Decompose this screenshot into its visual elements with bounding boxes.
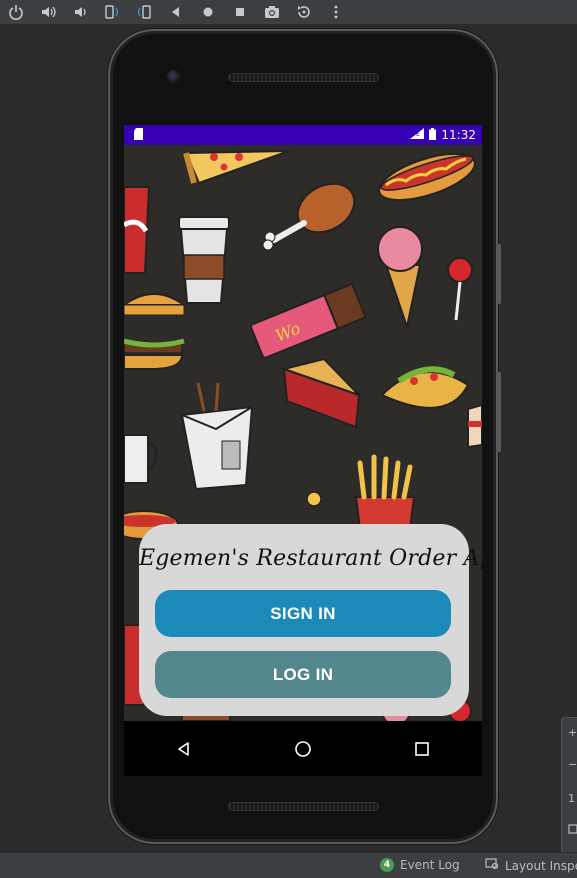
candy-icon bbox=[306, 491, 322, 507]
front-camera bbox=[167, 70, 181, 84]
status-time: 11:32 bbox=[441, 128, 476, 142]
hotdog-icon bbox=[378, 152, 476, 202]
device-screen: LTE 11:32 Wo Egemen's Restaurant Order A… bbox=[124, 125, 482, 776]
replay-icon[interactable] bbox=[288, 0, 320, 24]
taco-icon bbox=[380, 366, 470, 409]
volume-down-icon[interactable] bbox=[64, 0, 96, 24]
mug-icon bbox=[124, 434, 158, 484]
power-icon[interactable] bbox=[0, 0, 32, 24]
sign-in-button[interactable]: SIGN IN bbox=[155, 590, 451, 637]
log-in-button[interactable]: LOG IN bbox=[155, 651, 451, 698]
rotate-left-icon[interactable] bbox=[96, 0, 128, 24]
ice-cream-icon bbox=[377, 226, 423, 331]
battery-icon bbox=[429, 127, 437, 143]
fit-screen-icon[interactable] bbox=[568, 824, 577, 837]
event-log-badge: 4 bbox=[380, 858, 394, 872]
navigation-bar bbox=[124, 721, 482, 776]
overview-icon[interactable] bbox=[224, 0, 256, 24]
emulator-toolbar bbox=[0, 0, 577, 25]
cake-slice-icon bbox=[467, 403, 482, 449]
signal-icon: LTE bbox=[410, 128, 425, 142]
layout-inspector-tab[interactable]: Layout Inspe bbox=[485, 858, 577, 873]
pie-slice-icon bbox=[280, 357, 361, 429]
zoom-panel: + − 1 bbox=[561, 717, 577, 853]
home-icon[interactable] bbox=[192, 0, 224, 24]
ide-status-bar: 4 Event Log Layout Inspe bbox=[0, 852, 577, 878]
svg-text:LTE: LTE bbox=[410, 131, 420, 138]
soda-cup-icon bbox=[124, 186, 151, 274]
layout-inspector-icon bbox=[485, 858, 499, 873]
lollipop-icon bbox=[447, 257, 473, 321]
zoom-ratio-button[interactable]: 1 bbox=[568, 792, 575, 805]
takeout-box-icon bbox=[180, 382, 254, 491]
sd-card-icon bbox=[134, 127, 145, 143]
event-log-label: Event Log bbox=[400, 858, 460, 872]
chocolate-bar-icon: Wo bbox=[250, 282, 367, 359]
rotate-right-icon[interactable] bbox=[128, 0, 160, 24]
side-button-volume[interactable] bbox=[497, 372, 501, 452]
nav-home-icon[interactable] bbox=[283, 729, 323, 769]
drumstick-icon bbox=[262, 182, 356, 251]
camera-icon[interactable] bbox=[256, 0, 288, 24]
bottom-speaker bbox=[229, 803, 378, 810]
welcome-card: Egemen's Restaurant Order App SIGN IN LO… bbox=[139, 524, 482, 716]
back-icon[interactable] bbox=[160, 0, 192, 24]
app-title: Egemen's Restaurant Order App bbox=[139, 546, 482, 571]
more-icon[interactable] bbox=[320, 0, 352, 24]
earpiece-speaker bbox=[229, 74, 378, 81]
nav-back-icon[interactable] bbox=[164, 729, 204, 769]
side-button-power[interactable] bbox=[497, 244, 501, 304]
zoom-in-button[interactable]: + bbox=[568, 726, 577, 739]
coffee-cup-icon bbox=[178, 216, 230, 304]
burger-icon bbox=[124, 293, 188, 370]
food-wallpaper: Wo Egemen's Restaurant Order App SIGN IN… bbox=[124, 145, 482, 721]
pizza-slice-icon bbox=[183, 150, 290, 185]
status-bar: LTE 11:32 bbox=[124, 125, 482, 145]
event-log-tab[interactable]: 4 Event Log bbox=[380, 858, 460, 872]
emulator-canvas: LTE 11:32 Wo Egemen's Restaurant Order A… bbox=[0, 25, 577, 853]
volume-up-icon[interactable] bbox=[32, 0, 64, 24]
phone-frame: LTE 11:32 Wo Egemen's Restaurant Order A… bbox=[108, 29, 501, 844]
nav-overview-icon[interactable] bbox=[402, 729, 442, 769]
zoom-out-button[interactable]: − bbox=[568, 758, 577, 771]
layout-inspector-label: Layout Inspe bbox=[505, 858, 577, 873]
